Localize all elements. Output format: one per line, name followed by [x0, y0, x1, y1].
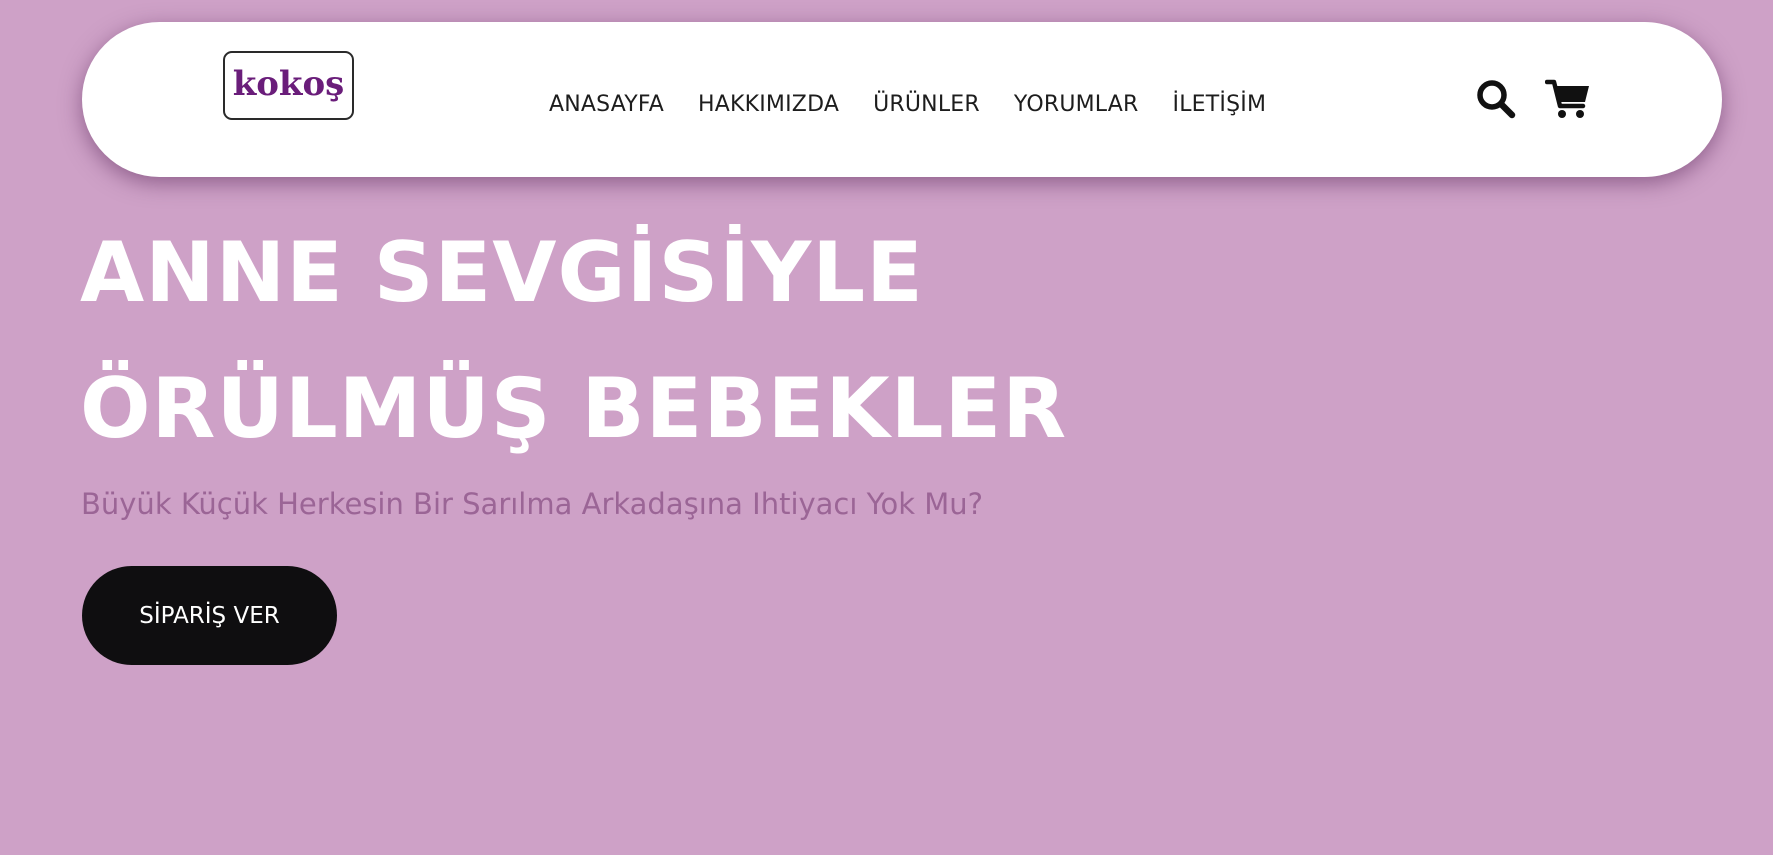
- hero-title: ANNE SEVGİSİYLE ÖRÜLMÜŞ BEBEKLER: [80, 205, 1280, 477]
- page: kokoş ANASAYFA HAKKIMIZDA ÜRÜNLER YORUML…: [0, 0, 1773, 855]
- logo-text: kokoş: [232, 63, 345, 104]
- nav-link-iletisim[interactable]: İLETİŞİM: [1173, 92, 1267, 117]
- nav-item-hakkimizda: HAKKIMIZDA: [698, 87, 839, 117]
- nav-link-anasayfa[interactable]: ANASAYFA: [549, 92, 664, 117]
- nav-item-yorumlar: YORUMLAR: [1014, 87, 1139, 117]
- nav-link-urunler[interactable]: ÜRÜNLER: [873, 92, 980, 117]
- hero-title-line-2: ÖRÜLMÜŞ BEBEKLER: [80, 360, 1068, 457]
- nav-item-urunler: ÜRÜNLER: [873, 87, 980, 117]
- logo-link[interactable]: kokoş: [223, 51, 354, 120]
- nav-item-anasayfa: ANASAYFA: [549, 87, 664, 117]
- nav-item-iletisim: İLETİŞİM: [1173, 87, 1267, 117]
- order-button[interactable]: SİPARİŞ VER: [82, 566, 337, 665]
- cart-button[interactable]: [1543, 74, 1593, 124]
- cart-icon: [1545, 79, 1589, 118]
- nav-link-hakkimizda[interactable]: HAKKIMIZDA: [698, 92, 839, 117]
- hero-title-line-1: ANNE SEVGİSİYLE: [80, 224, 924, 321]
- search-icon: [1477, 80, 1516, 119]
- navbar: kokoş ANASAYFA HAKKIMIZDA ÜRÜNLER YORUML…: [82, 22, 1722, 177]
- hero-subtitle: Büyük Küçük Herkesin Bir Sarılma Arkadaş…: [81, 487, 984, 521]
- main-nav: ANASAYFA HAKKIMIZDA ÜRÜNLER YORUMLAR İLE…: [549, 22, 1266, 177]
- search-button[interactable]: [1471, 74, 1521, 124]
- nav-link-yorumlar[interactable]: YORUMLAR: [1014, 92, 1139, 117]
